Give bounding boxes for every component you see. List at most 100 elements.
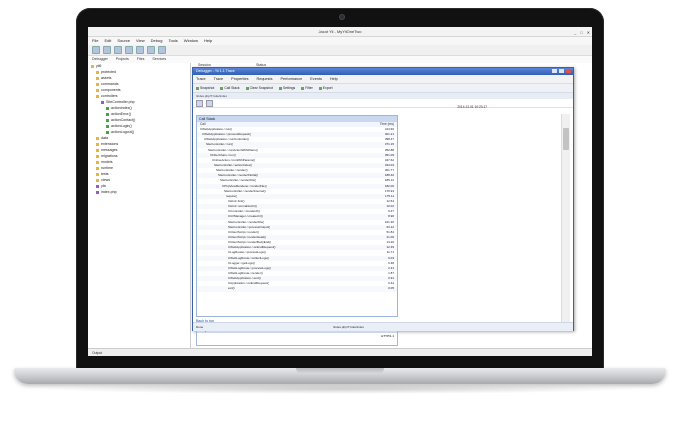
main-status-text: Output	[92, 351, 103, 355]
trace-window-controls	[552, 69, 571, 73]
toolbar-icon	[220, 86, 224, 90]
debug-icon[interactable]	[158, 46, 166, 54]
trace-toolbar-label: Settings	[282, 86, 296, 90]
folder-icon	[96, 76, 99, 80]
scrollbar-thumb[interactable]	[563, 128, 569, 150]
laptop-notch	[296, 368, 384, 374]
tree-item-label: index.php	[101, 190, 117, 194]
folder-icon	[91, 64, 94, 68]
trace-menu: Trace Trace Properties Requests Performance E…	[193, 75, 573, 84]
menu-item[interactable]: File	[92, 37, 98, 45]
camera-icon	[339, 14, 345, 20]
trace-toolbar-label: Export	[322, 86, 333, 90]
folder-icon	[96, 88, 99, 92]
redo-icon[interactable]	[136, 46, 144, 54]
trace-maximize-icon[interactable]	[559, 69, 564, 73]
tab[interactable]: Projects	[116, 56, 129, 63]
php-file-icon	[96, 184, 99, 188]
main-toolbar	[88, 45, 592, 56]
new-file-icon[interactable]	[92, 46, 100, 54]
trace-toolbar-button[interactable]: Call Stack	[220, 84, 240, 92]
project-tree: yii6 protected assets commands components con…	[88, 63, 191, 348]
forward-icon[interactable]	[206, 99, 213, 107]
tab[interactable]: Files	[137, 56, 145, 63]
toolbar-icon	[196, 86, 199, 90]
trace-toolbar-button[interactable]: Snapshot	[196, 84, 214, 92]
trace-menu-item[interactable]: Help	[330, 75, 338, 83]
method-icon	[106, 124, 109, 128]
trace-menu-item[interactable]: Trace	[214, 75, 224, 83]
screen: Jacot Yii - MyYiiOneTwo _ □ ✕ File Edit So…	[88, 27, 592, 356]
folder-icon	[96, 160, 99, 164]
trace-menu-item[interactable]: Properties	[231, 75, 248, 83]
folder-icon	[96, 70, 99, 74]
folder-icon	[96, 166, 99, 170]
folder-icon	[96, 154, 99, 158]
folder-icon	[96, 148, 99, 152]
trace-window: Debugger - Yii 1.1 Trace Trace Trace Prope…	[192, 67, 574, 346]
menu-item[interactable]: Help	[204, 37, 212, 45]
trace-toolbar-button[interactable]: Settings	[278, 84, 296, 92]
panel-tabs: Debugger Projects Files Services	[88, 56, 592, 63]
open-icon[interactable]	[103, 46, 111, 54]
php-file-icon	[101, 100, 104, 104]
call-time: 0.05	[388, 286, 394, 291]
tree-item[interactable]: index.php	[88, 189, 190, 195]
trace-menu-item[interactable]: Requests	[256, 75, 272, 83]
method-icon	[106, 112, 109, 116]
menu-item[interactable]: Tools	[168, 37, 177, 45]
trace-close-icon[interactable]	[566, 69, 571, 73]
table-row[interactable]: exit() 0.05	[197, 286, 397, 292]
menu-item[interactable]: View	[136, 37, 145, 45]
tree-item-label: actionLogout()	[111, 130, 134, 134]
undo-icon[interactable]	[125, 46, 133, 54]
window-title: Jacot Yii - MyYiiOneTwo	[318, 29, 362, 34]
run-icon[interactable]	[147, 46, 155, 54]
call-stack-rows: CWebApplication->run() 413.60 CWebApplicat…	[197, 127, 397, 292]
toolbar-icon	[278, 86, 282, 90]
toolbar-icon	[318, 86, 322, 90]
toolbar-icon	[245, 86, 249, 90]
window-titlebar: Jacot Yii - MyYiiOneTwo _ □ ✕	[88, 27, 592, 37]
call-stack-panel: Call Stack Call Time (ms) CWebApplicatio…	[196, 115, 398, 317]
menu-item[interactable]: Window	[184, 37, 198, 45]
trace-timestamp: 2014-12-01 10:23:17	[457, 105, 487, 109]
trace-toolbar-label: Snapshot	[200, 86, 215, 90]
menu-item[interactable]: Debug	[151, 37, 163, 45]
tab[interactable]: Services	[152, 56, 166, 63]
call-name: exit()	[228, 286, 235, 291]
folder-icon	[96, 82, 99, 86]
trace-statusbar: Done /index.php?r=site/index	[193, 322, 573, 331]
tab[interactable]: Debugger	[92, 56, 108, 63]
trace-toolbar-button[interactable]: Clear Snapshot	[245, 84, 273, 92]
main-statusbar: Output	[88, 348, 592, 356]
trace-nav	[193, 99, 573, 108]
trace-status-url: /index.php?r=site/index	[333, 325, 364, 329]
folder-icon	[96, 178, 99, 182]
trace-menu-item[interactable]: Performance	[281, 75, 303, 83]
method-icon	[106, 106, 109, 110]
trace-toolbar-button[interactable]: Export	[318, 84, 333, 92]
maximize-icon[interactable]: □	[580, 28, 582, 37]
trace-menu-item[interactable]: Events	[310, 75, 322, 83]
trace-toolbar-button[interactable]: Filter	[301, 84, 313, 92]
folder-icon	[96, 136, 99, 140]
folder-icon	[96, 94, 99, 98]
method-icon	[106, 118, 109, 122]
save-icon[interactable]	[114, 46, 122, 54]
close-icon[interactable]: ✕	[587, 28, 590, 37]
request-headers-value: HTTP/1.1	[381, 334, 394, 338]
trace-menu-item[interactable]: Trace	[196, 75, 206, 83]
menu-item[interactable]: Edit	[104, 37, 111, 45]
folder-icon	[96, 172, 99, 176]
trace-toolbar: Snapshot Call Stack Clear Snapshot Settings…	[193, 84, 573, 93]
vertical-scrollbar[interactable]	[561, 114, 570, 324]
method-icon	[106, 130, 109, 134]
back-icon[interactable]	[196, 99, 203, 107]
trace-toolbar-label: Clear Snapshot	[249, 86, 273, 90]
laptop-shadow	[40, 384, 640, 394]
minimize-icon[interactable]: _	[574, 28, 576, 37]
menu-item[interactable]: Source	[117, 37, 130, 45]
trace-minimize-icon[interactable]	[552, 69, 557, 73]
php-file-icon	[96, 190, 99, 194]
